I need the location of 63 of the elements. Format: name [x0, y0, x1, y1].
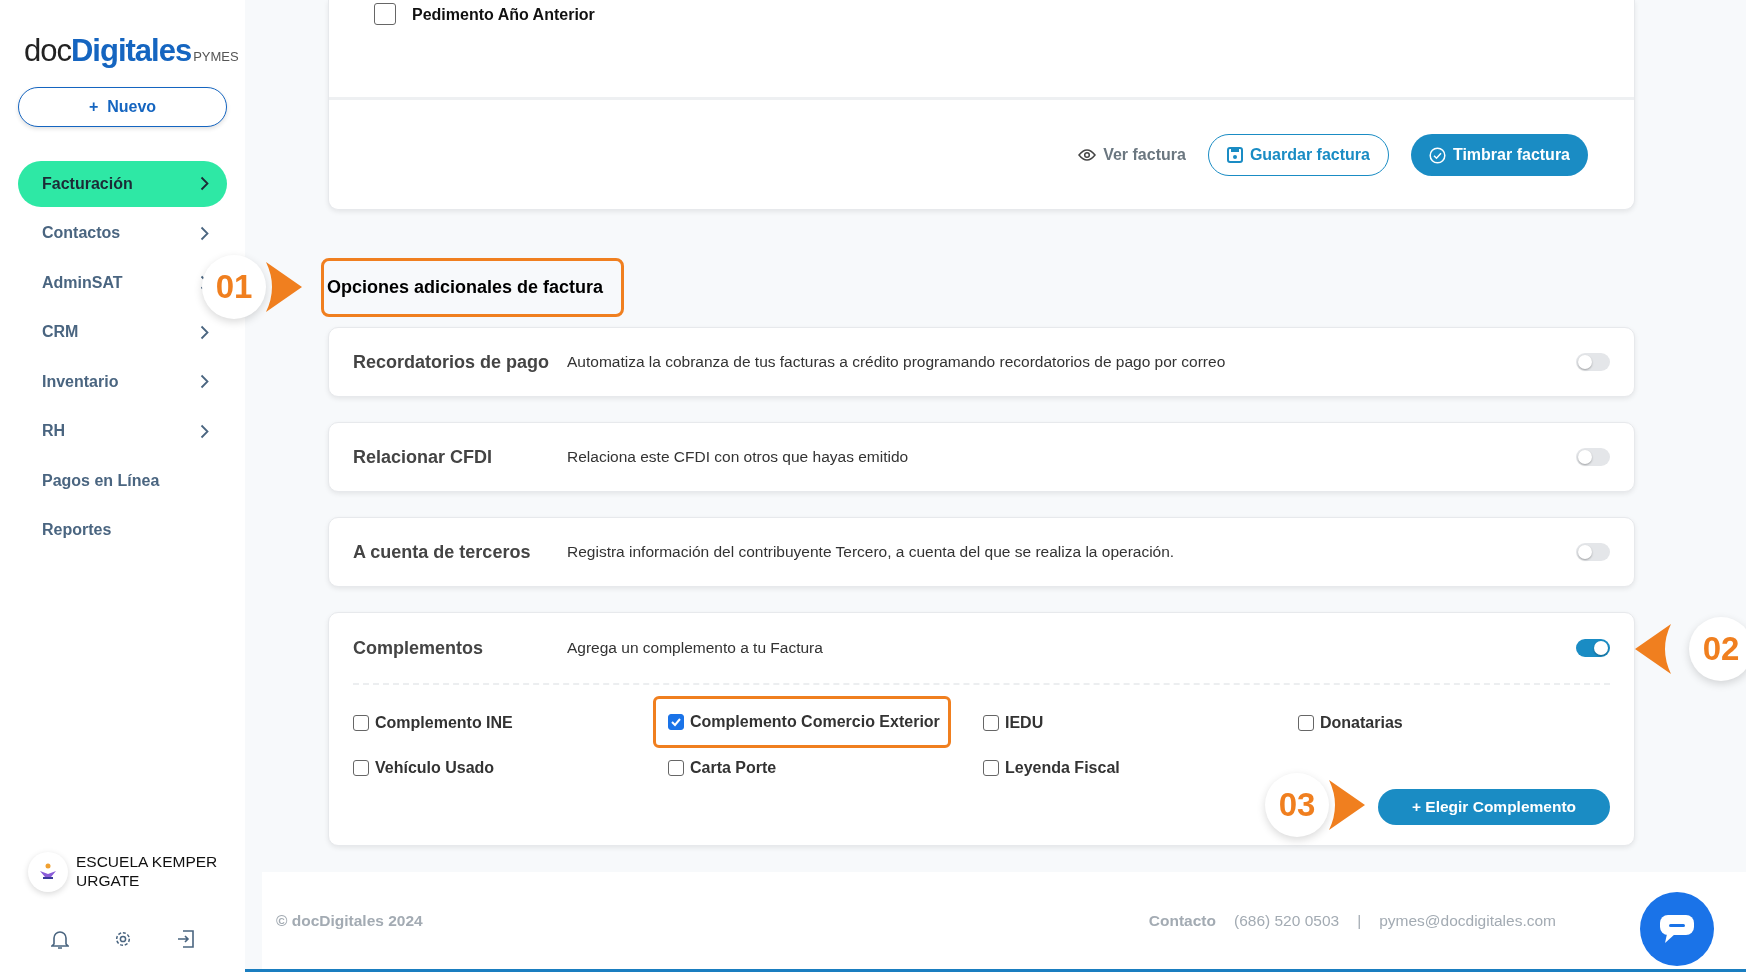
- toggle-switch[interactable]: [1576, 639, 1610, 657]
- chat-icon: [1659, 914, 1695, 944]
- option-title: Complementos: [353, 636, 485, 660]
- checkbox-option[interactable]: Vehículo Usado: [350, 752, 506, 783]
- checkbox[interactable]: [668, 714, 684, 730]
- checkbox-option[interactable]: Complemento INE: [350, 707, 524, 738]
- option-description: Relaciona este CFDI con otros que hayas emitido: [567, 447, 910, 468]
- step-number-tooltip: 03: [1265, 773, 1329, 837]
- checkbox[interactable]: [668, 759, 684, 776]
- settings-icon[interactable]: [113, 930, 132, 948]
- step-number-tooltip: 02: [1689, 617, 1746, 681]
- sidebar-item[interactable]: Contactos: [18, 210, 227, 256]
- callout-arrow-icon: [1329, 780, 1365, 830]
- copyright-text: © docDigitales 2024: [276, 910, 423, 931]
- checkbox-option[interactable]: Complemento Comercio Exterior: [653, 696, 951, 748]
- checkbox[interactable]: [1298, 714, 1314, 731]
- checkbox-label: Pedimento Año Anterior: [412, 5, 595, 25]
- checkbox[interactable]: [374, 3, 396, 25]
- sidebar-item[interactable]: Inventario: [18, 358, 227, 405]
- option-description: Automatiza la cobranza de tus facturas a crédito programando recordatorios de pago por correo: [567, 352, 1227, 373]
- checkbox-option[interactable]: Leyenda Fiscal: [980, 752, 1131, 783]
- callout-arrow-icon: [1635, 624, 1671, 674]
- checkbox[interactable]: [353, 759, 369, 776]
- save-icon: [1226, 147, 1243, 163]
- view-invoice-link[interactable]: Ver factura: [1078, 134, 1186, 176]
- checkbox[interactable]: [353, 714, 369, 731]
- phone-number: (686) 520 0503: [1234, 910, 1340, 931]
- account-name: ESCUELA KEMPER URGATE: [76, 853, 219, 891]
- section-heading: Opciones adicionales de factura: [321, 258, 625, 317]
- callout-arrow-icon: [266, 262, 302, 312]
- step-number-tooltip: 01: [202, 255, 266, 319]
- checkbox[interactable]: [983, 714, 999, 731]
- check-circle-icon: [1428, 146, 1446, 164]
- new-button[interactable]: + Nuevo: [18, 86, 227, 127]
- toggle-switch[interactable]: [1576, 448, 1610, 466]
- logo-subtitle: PYMES: [193, 48, 239, 66]
- choose-complement-button[interactable]: + Elegir Complemento: [1378, 789, 1610, 825]
- option-description: Registra información del contribuyente Tercero, a cuenta del que se realiza la operación.: [567, 542, 1176, 563]
- sidebar-item[interactable]: Facturación: [18, 160, 227, 207]
- sidebar-item[interactable]: Pagos en Línea: [18, 457, 227, 504]
- sidebar-item[interactable]: Reportes: [18, 507, 227, 553]
- sidebar-item[interactable]: RH: [18, 408, 227, 454]
- option-title: A cuenta de terceros: [353, 540, 532, 564]
- email-text: pymes@docdigitales.com: [1379, 910, 1556, 931]
- logo-text: doc: [24, 32, 71, 70]
- bell-icon[interactable]: [50, 930, 69, 950]
- contact-label: Contacto: [1148, 910, 1216, 931]
- checkbox-option[interactable]: Carta Porte: [665, 752, 788, 783]
- checkbox-option[interactable]: IEDU: [980, 707, 1055, 738]
- checkbox-option[interactable]: Donatarias: [1295, 707, 1414, 738]
- action-button[interactable]: Guardar factura: [1207, 134, 1389, 176]
- action-button[interactable]: Timbrar factura: [1410, 134, 1588, 176]
- option-description: Agrega un complemento a tu Factura: [567, 638, 824, 659]
- toggle-switch[interactable]: [1576, 543, 1610, 561]
- eye-icon: [1078, 149, 1097, 161]
- checkbox[interactable]: [983, 759, 999, 776]
- toggle-switch[interactable]: [1576, 353, 1610, 371]
- option-title: Relacionar CFDI: [353, 445, 494, 469]
- logout-icon[interactable]: [176, 930, 195, 948]
- account-avatar: [28, 852, 68, 892]
- logo-text: Digitales: [71, 32, 192, 70]
- option-title: Recordatorios de pago: [353, 350, 551, 374]
- separator-text: |: [1357, 910, 1362, 931]
